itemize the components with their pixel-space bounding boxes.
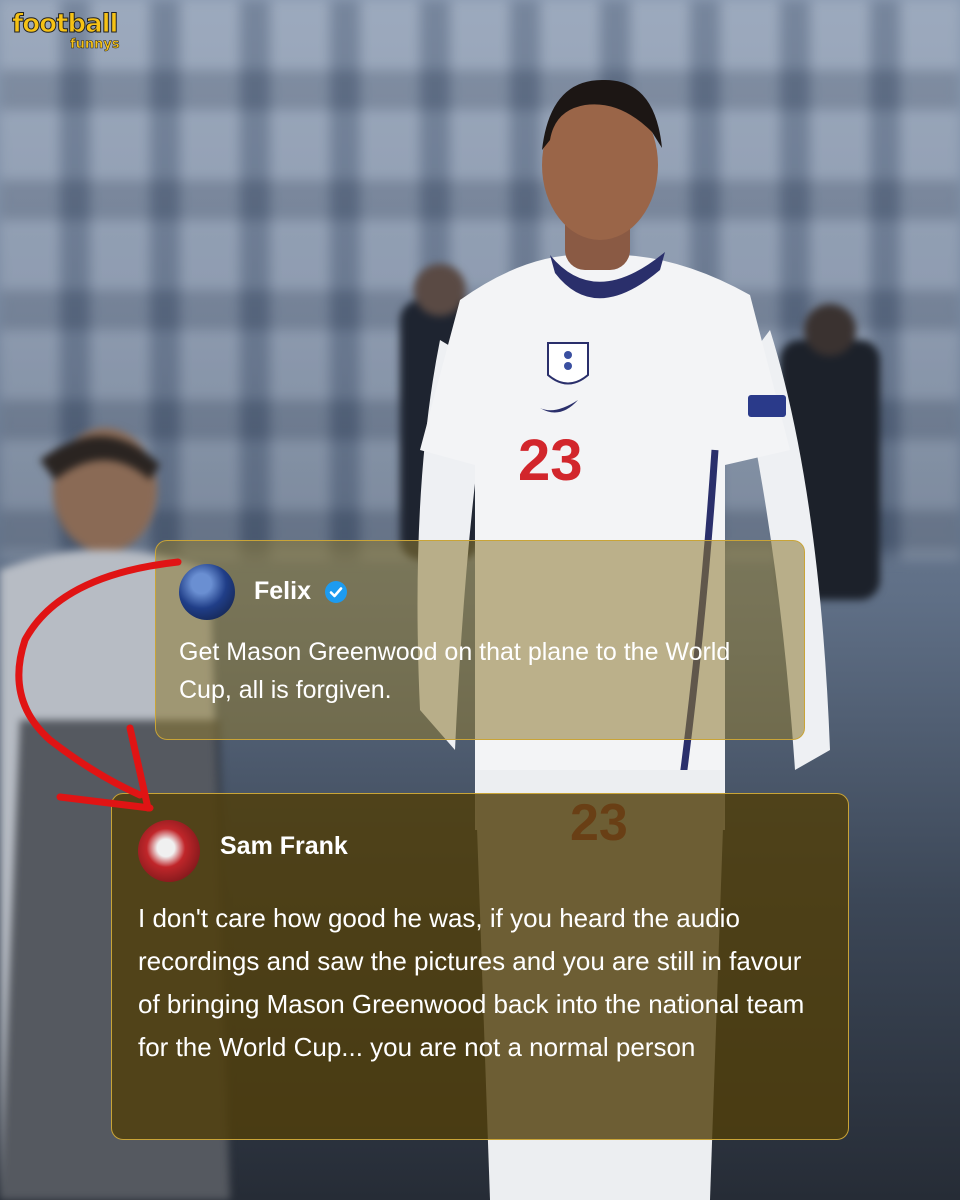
avatar xyxy=(138,820,200,882)
brand-logo: football funnys xyxy=(12,10,122,58)
tweet-text: Get Mason Greenwood on that plane to the… xyxy=(179,638,731,704)
tweet-author-name: Sam Frank xyxy=(220,832,348,860)
avatar xyxy=(179,564,235,620)
jersey-number: 23 xyxy=(518,428,583,493)
tweet-author-name: Felix xyxy=(254,577,311,605)
tweet-text: I don't care how good he was, if you hea… xyxy=(138,903,805,1062)
verified-badge-icon xyxy=(324,581,347,604)
tweet-card-sam-frank: Sam Frank I don't care how good he was, … xyxy=(111,793,849,1140)
brand-logo-line2: funnys xyxy=(70,37,120,52)
tweet-author: Felix xyxy=(254,577,348,606)
brand-logo-line1: football xyxy=(12,9,119,39)
tweet-card-felix: Felix Get Mason Greenwood on that plane … xyxy=(155,540,805,740)
